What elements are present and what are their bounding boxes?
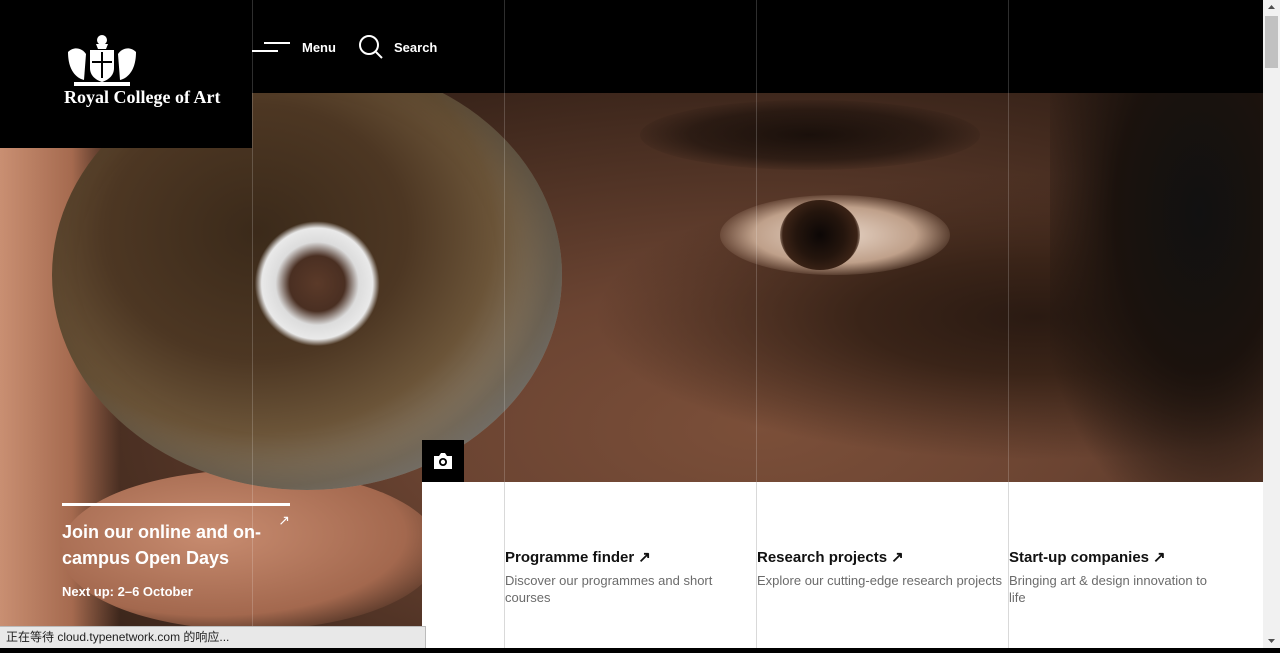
card-title[interactable]: Programme finder ↗: [505, 548, 745, 566]
logo-text: Royal College of Art: [64, 87, 221, 107]
logo-link[interactable]: Royal College of Art: [0, 0, 252, 148]
arrow-up-right-icon: ↗: [278, 512, 290, 528]
search-label: Search: [394, 39, 438, 55]
hero-iris: [780, 200, 860, 270]
quick-links-panel: Programme finder ↗ Discover our programme…: [422, 482, 1263, 648]
arrow-up-right-icon: ↗: [1153, 549, 1166, 566]
browser-status-bar: 正在等待 cloud.typenetwork.com 的响应...: [0, 626, 426, 648]
card-description: Bringing art & design innovation to life: [1009, 573, 1208, 605]
page: Royal College of Art Menu Search Join ou…: [0, 0, 1263, 648]
card-title-text: Programme finder: [505, 549, 635, 566]
promo-next-up: Next up: 2–6 October: [62, 584, 193, 599]
promo-title: Join our online and on-campus Open Days: [62, 522, 261, 568]
hero-eyebrow: [640, 100, 980, 170]
menu-label: Menu: [302, 39, 336, 55]
image-credit-button[interactable]: [422, 440, 464, 482]
card-description: Explore our cutting-edge research projec…: [757, 573, 1002, 588]
card-research-projects[interactable]: Research projects ↗ Explore our cutting-e…: [757, 548, 1007, 589]
scroll-up-arrow-icon[interactable]: [1263, 0, 1280, 14]
promo-rule: [62, 503, 290, 506]
search-icon: [359, 35, 383, 59]
card-description: Discover our programmes and short course…: [505, 573, 713, 605]
hamburger-icon: [252, 40, 292, 54]
card-title[interactable]: Start-up companies ↗: [1009, 548, 1209, 566]
card-programme-finder[interactable]: Programme finder ↗ Discover our programme…: [505, 548, 745, 606]
menu-button[interactable]: Menu: [252, 33, 336, 61]
arrow-up-right-icon: ↗: [891, 549, 904, 566]
scroll-thumb[interactable]: [1265, 16, 1278, 68]
card-start-up-companies[interactable]: Start-up companies ↗ Bringing art & desig…: [1009, 548, 1209, 606]
vertical-scrollbar[interactable]: [1263, 0, 1280, 648]
arrow-up-right-icon: ↗: [638, 549, 651, 566]
hero-hair: [1050, 93, 1263, 493]
scroll-down-arrow-icon[interactable]: [1263, 634, 1280, 648]
card-title-text: Start-up companies: [1009, 549, 1150, 566]
card-title-text: Research projects: [757, 549, 888, 566]
search-button[interactable]: Search: [358, 33, 437, 61]
card-title[interactable]: Research projects ↗: [757, 548, 1007, 566]
royal-crest-icon: [68, 35, 136, 86]
camera-icon: [434, 453, 452, 469]
open-days-promo[interactable]: Join our online and on-campus Open Days …: [62, 503, 290, 599]
